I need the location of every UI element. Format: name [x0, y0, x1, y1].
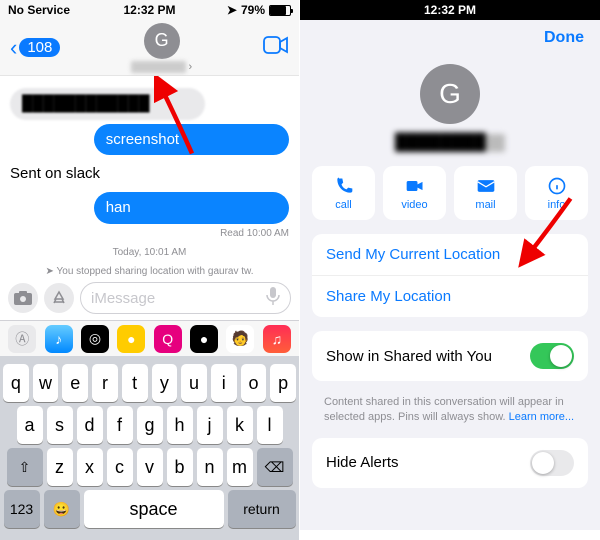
key-w[interactable]: w: [33, 364, 59, 402]
carrier-text: No Service: [8, 3, 70, 17]
toggle-off[interactable]: [530, 450, 574, 476]
status-bar: 12:32 PM: [300, 0, 600, 20]
key-a[interactable]: a: [17, 406, 43, 444]
space-key[interactable]: space: [84, 490, 224, 528]
status-bar: No Service 12:32 PM ➤ 79%: [0, 0, 299, 20]
message-list[interactable]: ████████████ screenshot Sent on slack ha…: [0, 76, 299, 276]
received-message[interactable]: ████████████: [10, 88, 205, 120]
toggle-on[interactable]: [530, 343, 574, 369]
camera-button[interactable]: [8, 283, 38, 313]
app-store-icon[interactable]: Ⓐ: [8, 325, 36, 353]
key-s[interactable]: s: [47, 406, 73, 444]
app-icon[interactable]: ♪: [45, 325, 73, 353]
appstore-button[interactable]: [44, 283, 74, 313]
app-icon[interactable]: ◎: [81, 325, 109, 353]
key-u[interactable]: u: [181, 364, 207, 402]
key-e[interactable]: e: [62, 364, 88, 402]
chevron-left-icon: ‹: [10, 35, 17, 61]
clock: 12:32 PM: [424, 3, 476, 17]
app-icon[interactable]: ●: [190, 325, 218, 353]
share-location-button[interactable]: Share My Location: [312, 276, 588, 317]
sent-message-plain[interactable]: Sent on slack: [10, 159, 289, 188]
key-p[interactable]: p: [270, 364, 296, 402]
avatar: G: [144, 23, 180, 59]
key-j[interactable]: j: [197, 406, 223, 444]
action-row: call video mail info: [300, 166, 600, 234]
key-y[interactable]: y: [152, 364, 178, 402]
read-receipt: Read 10:00 AM: [10, 228, 289, 239]
memoji-icon[interactable]: 🧑: [226, 325, 254, 353]
info-button[interactable]: info: [525, 166, 588, 220]
location-section: Send My Current Location Share My Locati…: [312, 234, 588, 317]
key-m[interactable]: m: [227, 448, 253, 486]
placeholder: iMessage: [91, 290, 155, 307]
return-key[interactable]: return: [228, 490, 296, 528]
location-icon: ➤: [227, 3, 237, 17]
key-i[interactable]: i: [211, 364, 237, 402]
mail-button[interactable]: mail: [454, 166, 517, 220]
contact-header[interactable]: G ████›: [131, 23, 192, 73]
key-f[interactable]: f: [107, 406, 133, 444]
backspace-key[interactable]: ⌫: [257, 448, 293, 486]
sent-message[interactable]: screenshot: [94, 124, 289, 156]
clock: 12:32 PM: [123, 3, 175, 17]
hide-alerts-row[interactable]: Hide Alerts: [312, 438, 588, 488]
battery-icon: [269, 5, 291, 16]
show-in-shared-row[interactable]: Show in Shared with You: [312, 331, 588, 381]
key-d[interactable]: d: [77, 406, 103, 444]
sent-message[interactable]: han: [94, 192, 289, 224]
music-icon[interactable]: ♫: [263, 325, 291, 353]
app-icon[interactable]: Q: [154, 325, 182, 353]
key-z[interactable]: z: [47, 448, 73, 486]
message-input[interactable]: iMessage: [80, 282, 291, 314]
key-g[interactable]: g: [137, 406, 163, 444]
contact-name: ████: [131, 61, 186, 73]
call-button[interactable]: call: [312, 166, 375, 220]
key-c[interactable]: c: [107, 448, 133, 486]
keyboard: qwertyuiop asdfghjkl ⇧zxcvbnm⌫ 123😀space…: [0, 356, 299, 540]
key-b[interactable]: b: [167, 448, 193, 486]
learn-more-link[interactable]: Learn more...: [509, 411, 574, 423]
key-x[interactable]: x: [77, 448, 103, 486]
key-v[interactable]: v: [137, 448, 163, 486]
emoji-key[interactable]: 😀: [44, 490, 80, 528]
app-icon[interactable]: ●: [117, 325, 145, 353]
contact-name: ████████: [395, 134, 505, 152]
profile-section: G ████████: [300, 56, 600, 166]
key-k[interactable]: k: [227, 406, 253, 444]
numbers-key[interactable]: 123: [4, 490, 40, 528]
key-n[interactable]: n: [197, 448, 223, 486]
alerts-section: Hide Alerts: [312, 438, 588, 488]
shared-section: Show in Shared with You: [312, 331, 588, 381]
key-h[interactable]: h: [167, 406, 193, 444]
battery-pct: 79%: [241, 3, 265, 17]
video-button[interactable]: video: [383, 166, 446, 220]
send-location-button[interactable]: Send My Current Location: [312, 234, 588, 276]
key-t[interactable]: t: [122, 364, 148, 402]
back-button[interactable]: ‹108: [10, 35, 60, 61]
avatar[interactable]: G: [420, 64, 480, 124]
key-q[interactable]: q: [3, 364, 29, 402]
system-timestamp: Today, 10:01 AM: [10, 247, 289, 258]
key-o[interactable]: o: [241, 364, 267, 402]
key-l[interactable]: l: [257, 406, 283, 444]
done-button[interactable]: Done: [544, 29, 584, 47]
app-strip: Ⓐ ♪ ◎ ● Q ● 🧑 ♫: [0, 320, 299, 356]
shift-key[interactable]: ⇧: [7, 448, 43, 486]
unread-badge: 108: [19, 38, 60, 57]
contact-sheet: 12:32 PM Done G ████████ call video mail…: [300, 0, 600, 530]
mic-icon[interactable]: [266, 287, 280, 309]
key-r[interactable]: r: [92, 364, 118, 402]
facetime-button[interactable]: [263, 36, 289, 59]
sheet-header: Done: [300, 20, 600, 56]
nav-bar: ‹108 G ████›: [0, 20, 299, 76]
system-message: ➤ You stopped sharing location with gaur…: [10, 266, 289, 277]
composer-bar: iMessage: [0, 276, 299, 320]
chevron-right-icon: ›: [188, 61, 192, 73]
help-text: Content shared in this conversation will…: [300, 395, 600, 438]
messages-screen: No Service 12:32 PM ➤ 79% ‹108 G ████› ██…: [0, 0, 300, 530]
